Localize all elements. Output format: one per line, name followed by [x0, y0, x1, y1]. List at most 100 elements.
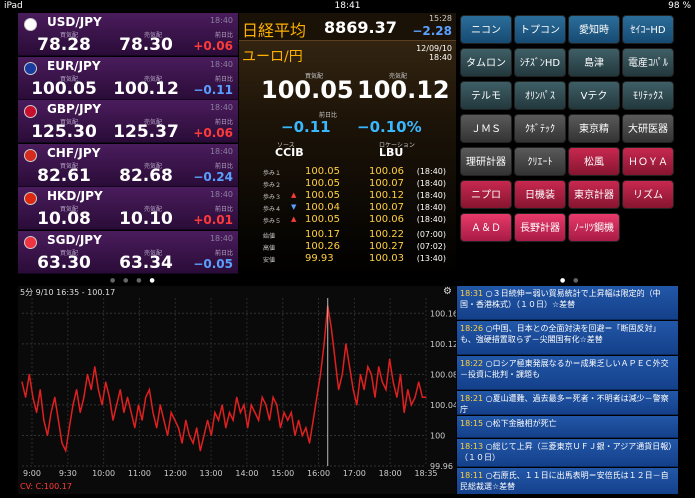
stock-tile[interactable]: トプコン: [514, 15, 566, 44]
stock-tile[interactable]: 東京計器: [568, 180, 620, 209]
news-item[interactable]: 18:11 ○石原氏、１１日に出馬表明＝安倍氏は１２日－自民総裁選☆差替: [457, 468, 678, 494]
news-item[interactable]: 18:15 ○松下金融相が死亡: [457, 416, 678, 438]
stock-tile[interactable]: リズム: [622, 180, 674, 209]
x-tick-label: 18:00: [379, 469, 402, 478]
stock-tile[interactable]: 松風: [568, 147, 620, 176]
nikkei-bar[interactable]: 日経平均 8869.37 15:28 −2.28: [239, 13, 456, 41]
fx-ask: 100.12: [113, 78, 179, 99]
price-point: [359, 373, 362, 375]
price-point: [261, 396, 263, 398]
stock-tile[interactable]: 大研医器: [622, 114, 674, 143]
quote-detail-panel: 日経平均 8869.37 15:28 −2.28 ユーロ/円 12/09/10 …: [239, 13, 456, 275]
stock-tile[interactable]: ﾉｰﾘﾂ鋼機: [568, 213, 620, 242]
eu-flag-icon: [24, 61, 37, 75]
price-chart[interactable]: 100.16 100.12 100.08 100.04 100 99.96 9:00 9:30…: [18, 286, 458, 494]
price-point: [418, 381, 420, 383]
stock-tile[interactable]: ｸﾘｴｰﾄ: [514, 147, 566, 176]
news-headline: ○夏山遭難、過去最多＝死者・不明者は減少－警察庁: [460, 394, 669, 414]
fx-row-4[interactable]: HKD/JPY 18:40 買気配 売気配 前日比 10.08 10.10 +0.01: [18, 187, 238, 231]
nikkei-change: −2.28: [412, 24, 452, 38]
price-point: [141, 419, 143, 421]
price-point: [276, 404, 278, 406]
news-item[interactable]: 18:13 ○総じて上昇（三菱東京ＵＦＪ銀・アジア通貨日報）（１０日）: [457, 439, 678, 467]
fx-bid: 100.05: [31, 78, 97, 99]
price-point: [156, 427, 158, 429]
price-point: [192, 442, 194, 444]
ohl-label: 安値: [263, 257, 276, 264]
stock-tile[interactable]: 東京精: [568, 114, 620, 143]
fx-row-2[interactable]: GBP/JPY 18:40 買気配 売気配 前日比 125.30 125.37 +0.06: [18, 100, 238, 144]
y-tick-label: 100.16: [430, 309, 456, 318]
price-point: [265, 404, 267, 406]
price-point: [130, 411, 132, 414]
fx-row-3[interactable]: CHF/JPY 18:40 買気配 売気配 前日比 82.61 82.68 −0.24: [18, 143, 238, 187]
stock-tile[interactable]: ｼﾁｽﾞﾝHD: [514, 48, 566, 77]
tick-time: (18:40): [416, 167, 446, 176]
news-headline: ○３日続伸＝弱い貿易統計で上昇幅は限定的（中国・香港株式）（１０日）☆差替: [460, 289, 661, 309]
ohl-label: 始値: [263, 233, 276, 240]
price-point: [301, 434, 303, 437]
stock-tile[interactable]: 理研計器: [460, 147, 512, 176]
stock-grid: ニコン トプコン 愛知時 ｾｲｺｰHD タムロン ｼﾁｽﾞﾝHD 島津 電産ｺﾊﾟﾙ テルモ ｵﾘ…: [457, 13, 678, 275]
ohl-ask: 100.22: [369, 229, 404, 240]
stock-tile[interactable]: Vテク: [568, 81, 620, 110]
stock-tile[interactable]: Ａ＆Ｄ: [460, 213, 512, 242]
price-point: [254, 411, 256, 414]
price-point: [152, 411, 154, 414]
gear-icon[interactable]: ⚙: [443, 287, 453, 297]
stock-tile[interactable]: テルモ: [460, 81, 512, 110]
quote-date: 12/09/10: [416, 44, 452, 53]
price-point: [290, 411, 292, 414]
x-tick-label: 9:30: [59, 469, 77, 478]
price-point: [287, 419, 289, 421]
stock-tile[interactable]: 愛知時: [568, 15, 620, 44]
fx-row-0[interactable]: USD/JPY 18:40 買気配 売気配 前日比 78.28 78.30 +0.06: [18, 13, 238, 56]
news-time: 18:31: [460, 289, 484, 298]
price-point: [294, 434, 296, 437]
stock-tile[interactable]: 島津: [568, 48, 620, 77]
tick-label: 歩み２: [263, 182, 282, 189]
stock-tile[interactable]: タムロン: [460, 48, 512, 77]
stock-tile[interactable]: ｾｲｺｰHD: [622, 15, 674, 44]
price-point: [123, 411, 125, 414]
price-point: [159, 404, 161, 406]
stock-tile[interactable]: ﾓﾘﾃｯｸｽ: [622, 81, 674, 110]
news-time: 18:11: [460, 471, 484, 480]
price-point: [116, 404, 118, 406]
change-label: 前日比: [214, 119, 233, 127]
news-time: 18:22: [460, 359, 484, 368]
sg-flag-icon: [24, 236, 37, 249]
stock-tile[interactable]: ＨＯＹＡ: [622, 147, 674, 176]
news-item[interactable]: 18:26 ○中国、日本との全面対決を回避＝「断固反対」も、強硬措置取らず－尖閣…: [457, 321, 678, 355]
fx-row-5[interactable]: SGD/JPY 18:40 買気配 売気配 前日比 63.30 63.34 −0.05: [18, 231, 238, 274]
fx-row-1[interactable]: EUR/JPY 18:40 買気配 売気配 前日比 100.05 100.12 −0.11: [18, 56, 238, 100]
news-item[interactable]: 18:22 ○ロシア極東発展なるか＝成果乏しいＡＰＥＣ外交－投資に批判・課題も: [457, 356, 678, 390]
price-point: [145, 396, 147, 398]
price-point: [188, 434, 191, 437]
tick-bid: 100.05: [305, 178, 340, 189]
stock-tile[interactable]: ニコン: [460, 15, 512, 44]
price-point: [166, 434, 169, 437]
fx-time: 18:40: [209, 59, 233, 69]
price-point: [217, 419, 220, 421]
fx-ask: 63.34: [119, 253, 173, 273]
price-point: [174, 419, 176, 421]
news-headline: ○中国、日本との全面対決を回避＝「断固反対」も、強硬措置取らず－尖閣国有化☆差替: [460, 324, 661, 344]
stock-tile[interactable]: 電産ｺﾊﾟﾙ: [622, 48, 674, 77]
price-point: [225, 427, 227, 429]
x-tick-label: 18:35: [414, 469, 437, 478]
stock-tile[interactable]: ＪＭＳ: [460, 114, 512, 143]
stock-tile[interactable]: ニプロ: [460, 180, 512, 209]
stock-tile[interactable]: 日機装: [514, 180, 566, 209]
tick-direction-icon: ▼: [291, 203, 297, 211]
stock-tile[interactable]: 長野計器: [514, 213, 566, 242]
price-series-line: [21, 305, 426, 454]
news-item[interactable]: 18:31 ○３日続伸＝弱い貿易統計で上昇幅は限定的（中国・香港株式）（１０日）…: [457, 286, 678, 320]
news-item[interactable]: 18:21 ○夏山遭難、過去最多＝死者・不明者は減少－警察庁: [457, 391, 678, 415]
news-list: 18:31 ○３日続伸＝弱い貿易統計で上昇幅は限定的（中国・香港株式）（１０日）…: [457, 286, 678, 494]
price-point: [410, 404, 413, 406]
x-tick-label: 17:00: [343, 469, 366, 478]
stock-tile[interactable]: ｸﾎﾞﾃｯｸ: [514, 114, 566, 143]
stock-tile[interactable]: ｵﾘﾝﾊﾟｽ: [514, 81, 566, 110]
price-point: [39, 389, 41, 391]
